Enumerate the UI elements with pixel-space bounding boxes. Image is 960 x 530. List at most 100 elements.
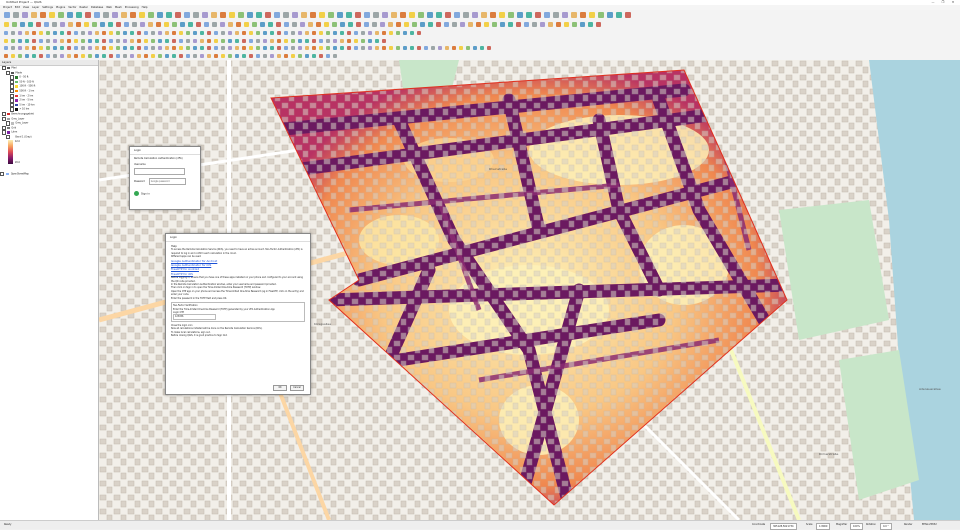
toolbar-tool-icon[interactable] — [305, 31, 309, 35]
toolbar-tool-icon[interactable] — [368, 38, 372, 43]
toolbar-tool-icon[interactable] — [616, 12, 622, 18]
toolbar-tool-icon[interactable] — [319, 12, 325, 18]
toolbar-tool-icon[interactable] — [116, 38, 120, 43]
toolbar-tool-icon[interactable] — [144, 54, 148, 58]
toolbar-tool-icon[interactable] — [186, 54, 190, 58]
toolbar-tool-icon[interactable] — [328, 12, 334, 18]
toolbar-tool-icon[interactable] — [403, 31, 407, 35]
toolbar-tool-icon[interactable] — [607, 12, 613, 18]
toolbar-tool-icon[interactable] — [277, 54, 281, 58]
toolbar-tool-icon[interactable] — [481, 12, 487, 18]
toolbar-tool-icon[interactable] — [431, 46, 435, 50]
toolbar-tool-icon[interactable] — [214, 38, 218, 43]
toolbar-tool-icon[interactable] — [291, 38, 295, 43]
toolbar-tool-icon[interactable] — [186, 31, 190, 35]
toolbar-tool-icon[interactable] — [148, 22, 153, 27]
toolbar-tool-icon[interactable] — [130, 12, 136, 18]
toolbar-tool-icon[interactable] — [544, 12, 550, 18]
toolbar-tool-icon[interactable] — [249, 54, 253, 58]
toolbar-tool-icon[interactable] — [4, 38, 8, 43]
toolbar-tool-icon[interactable] — [32, 31, 36, 35]
toolbar-tool-icon[interactable] — [409, 12, 415, 18]
toolbar-tool-icon[interactable] — [221, 31, 225, 35]
toolbar-tool-icon[interactable] — [452, 22, 457, 27]
toolbar-tool-icon[interactable] — [123, 46, 127, 50]
toolbar-tool-icon[interactable] — [454, 12, 460, 18]
toolbar-tool-icon[interactable] — [165, 46, 169, 50]
toolbar-tool-icon[interactable] — [391, 12, 397, 18]
toolbar-tool-icon[interactable] — [157, 12, 163, 18]
toolbar-tool-icon[interactable] — [188, 22, 193, 27]
toolbar-tool-icon[interactable] — [52, 22, 57, 27]
toolbar-tool-icon[interactable] — [260, 22, 265, 27]
toolbar-tool-icon[interactable] — [468, 22, 473, 27]
toolbar-tool-icon[interactable] — [180, 22, 185, 27]
toolbar-tool-icon[interactable] — [333, 31, 337, 35]
toolbar-tool-icon[interactable] — [116, 22, 121, 27]
toolbar-tool-icon[interactable] — [428, 22, 433, 27]
toolbar-tool-icon[interactable] — [109, 38, 113, 43]
toolbar-tool-icon[interactable] — [4, 12, 10, 18]
toolbar-tool-icon[interactable] — [375, 38, 379, 43]
toolbar-tool-icon[interactable] — [74, 46, 78, 50]
toolbar-tool-icon[interactable] — [242, 54, 246, 58]
toolbar-tool-icon[interactable] — [39, 46, 43, 50]
toolbar-tool-icon[interactable] — [67, 46, 71, 50]
toolbar-tool-icon[interactable] — [158, 38, 162, 43]
layer-checkbox[interactable] — [0, 171, 5, 176]
toolbar-tool-icon[interactable] — [270, 54, 274, 58]
toolbar-tool-icon[interactable] — [326, 46, 330, 50]
toolbar-tool-icon[interactable] — [291, 31, 295, 35]
toolbar-tool-icon[interactable] — [44, 22, 49, 27]
toolbar-tool-icon[interactable] — [535, 12, 541, 18]
toolbar-tool-icon[interactable] — [508, 12, 514, 18]
toolbar-tool-icon[interactable] — [102, 54, 106, 58]
toolbar-tool-icon[interactable] — [109, 54, 113, 58]
toolbar-tool-icon[interactable] — [263, 38, 267, 43]
toolbar-tool-icon[interactable] — [354, 46, 358, 50]
toolbar-tool-icon[interactable] — [256, 31, 260, 35]
toolbar-tool-icon[interactable] — [249, 31, 253, 35]
toolbar-tool-icon[interactable] — [36, 22, 41, 27]
toolbar-tool-icon[interactable] — [179, 38, 183, 43]
toolbar-tool-icon[interactable] — [39, 38, 43, 43]
toolbar-tool-icon[interactable] — [102, 46, 106, 50]
toolbar-tool-icon[interactable] — [46, 54, 50, 58]
toolbar-tool-icon[interactable] — [319, 38, 323, 43]
toolbar-tool-icon[interactable] — [452, 46, 456, 50]
toolbar-tool-icon[interactable] — [186, 46, 190, 50]
toolbar-tool-icon[interactable] — [499, 12, 505, 18]
toolbar-tool-icon[interactable] — [123, 54, 127, 58]
toolbar-tool-icon[interactable] — [444, 22, 449, 27]
toolbar-tool-icon[interactable] — [130, 31, 134, 35]
toolbar-tool-icon[interactable] — [32, 38, 36, 43]
toolbar-tool-icon[interactable] — [123, 31, 127, 35]
toolbar-tool-icon[interactable] — [284, 46, 288, 50]
toolbar-tool-icon[interactable] — [319, 31, 323, 35]
toolbar-tool-icon[interactable] — [235, 31, 239, 35]
sign-in-button[interactable]: Sign in — [134, 191, 150, 196]
toolbar-tool-icon[interactable] — [373, 12, 379, 18]
toolbar-tool-icon[interactable] — [316, 22, 321, 27]
toolbar-tool-icon[interactable] — [53, 31, 57, 35]
toolbar-tool-icon[interactable] — [268, 22, 273, 27]
toolbar-tool-icon[interactable] — [301, 12, 307, 18]
toolbar-tool-icon[interactable] — [76, 12, 82, 18]
toolbar-tool-icon[interactable] — [249, 46, 253, 50]
toolbar-tool-icon[interactable] — [28, 22, 33, 27]
toolbar-tool-icon[interactable] — [102, 31, 106, 35]
toolbar-tool-icon[interactable] — [562, 12, 568, 18]
toolbar-tool-icon[interactable] — [4, 54, 8, 58]
toolbar-tool-icon[interactable] — [172, 31, 176, 35]
toolbar-tool-icon[interactable] — [364, 22, 369, 27]
toolbar-tool-icon[interactable] — [480, 46, 484, 50]
toolbar-tool-icon[interactable] — [67, 54, 71, 58]
toolbar-tool-icon[interactable] — [319, 46, 323, 50]
toolbar-tool-icon[interactable] — [346, 12, 352, 18]
toolbar-tool-icon[interactable] — [39, 54, 43, 58]
toolbar-tool-icon[interactable] — [312, 38, 316, 43]
scale-field[interactable]: 1:8000 — [816, 522, 831, 530]
toolbar-tool-icon[interactable] — [396, 22, 401, 27]
toolbar-tool-icon[interactable] — [109, 46, 113, 50]
toolbar-tool-icon[interactable] — [556, 22, 561, 27]
